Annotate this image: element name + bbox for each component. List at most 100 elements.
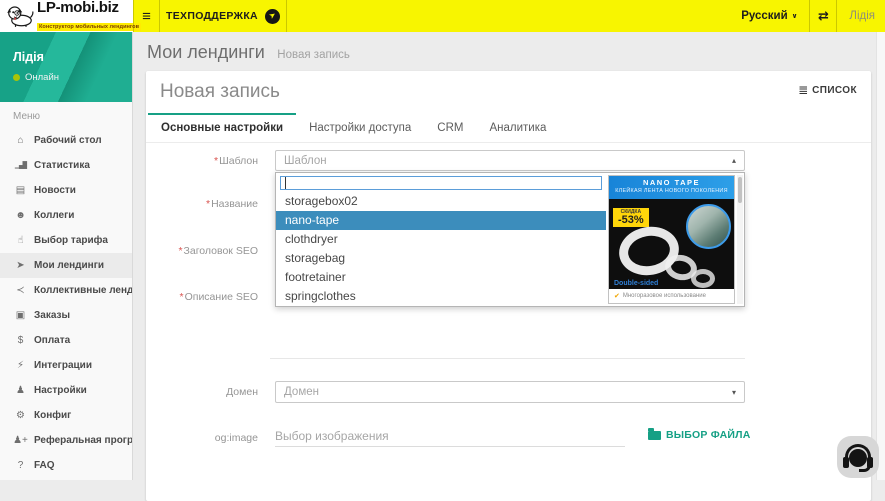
option-nano-tape[interactable]: nano-tape <box>276 211 606 230</box>
template-options: storagebox02 nano-tape clothdryer storag… <box>276 192 606 306</box>
brand-title: LP-mobi.biz <box>37 0 141 15</box>
card-title: Новая запись <box>160 81 280 103</box>
chevron-down-icon: ∨ <box>792 12 798 20</box>
dropdown-scrollbar-thumb[interactable] <box>738 177 742 203</box>
og-image-input[interactable] <box>275 426 625 447</box>
users-icon: ☻ <box>13 211 28 221</box>
bar-chart-icon: ▁▄█ <box>13 161 28 171</box>
option-clothdryer[interactable]: clothdryer <box>276 230 606 249</box>
sidebar-item-collective-landings[interactable]: ≺Коллективные лендинги <box>0 278 132 303</box>
tab-access-settings[interactable]: Настройки доступа <box>296 113 424 142</box>
online-status-label: Онлайн <box>25 72 59 83</box>
new-record-card: Новая запись ≣ СПИСОК Основные настройки… <box>146 71 871 501</box>
topbar: LP-mobi.biz Конструктор мобильных лендин… <box>0 0 885 32</box>
profile-name: Лідія <box>13 50 132 64</box>
refresh-icon: ⇄ <box>818 8 829 24</box>
sidebar-item-news[interactable]: ▤Новости <box>0 178 132 203</box>
preview-title: NANO TAPE <box>609 178 734 187</box>
domain-select[interactable]: Домен ▾ <box>275 381 745 403</box>
gears-icon: ⚙ <box>13 411 28 421</box>
option-storagebag[interactable]: storagebag <box>276 249 606 268</box>
tab-crm[interactable]: CRM <box>424 113 476 142</box>
section-divider <box>270 358 745 359</box>
preview-inset-photo <box>686 204 731 249</box>
telegram-icon: ➤ <box>265 9 280 24</box>
seo-title-label: *Заголовок SEO <box>146 245 258 257</box>
tab-bar: Основные настройки Настройки доступа CRM… <box>146 113 871 143</box>
file-select-button[interactable]: ВЫБОР ФАЙЛА <box>648 429 750 441</box>
tape-roll-graphic <box>691 269 715 288</box>
sidebar-item-dashboard[interactable]: ⌂Рабочий стол <box>0 128 132 153</box>
chevron-up-icon: ▴ <box>732 156 736 165</box>
sidebar-item-settings[interactable]: ♟Настройки <box>0 378 132 403</box>
sidebar: Лідія Онлайн Меню ⌂Рабочий стол ▁▄█Стати… <box>0 32 133 480</box>
dog-logo-icon <box>5 3 35 29</box>
preview-subtitle: КЛЕЙКАЯ ЛЕНТА НОВОГО ПОКОЛЕНИЯ <box>609 188 734 194</box>
template-label: *Шаблон <box>146 155 258 167</box>
brand-tagline: Конструктор мобильных лендингов <box>37 23 141 31</box>
template-select[interactable]: Шаблон ▴ <box>275 150 745 171</box>
newspaper-icon: ▤ <box>13 186 28 196</box>
language-selector[interactable]: Русский ∨ <box>729 0 809 32</box>
user-icon: ♟ <box>13 386 28 396</box>
share-icon: ≺ <box>13 286 28 296</box>
main-content: Мои лендинги Новая запись Новая запись ≣… <box>133 32 885 480</box>
template-preview: NANO TAPE КЛЕЙКАЯ ЛЕНТА НОВОГО ПОКОЛЕНИЯ… <box>608 175 735 304</box>
seo-description-label: *Описание SEO <box>146 291 258 303</box>
sidebar-item-faq[interactable]: ?FAQ <box>0 453 132 478</box>
support-chat-widget[interactable] <box>837 436 879 478</box>
plug-icon: ⚡ <box>13 361 28 371</box>
hand-pointer-icon: ☝ <box>13 236 28 246</box>
headset-icon <box>845 444 871 470</box>
template-search-input[interactable] <box>280 176 602 190</box>
breadcrumb: Мои лендинги Новая запись <box>133 32 885 71</box>
profile-block: Лідія Онлайн <box>0 32 132 102</box>
check-icon: ✔ <box>614 292 620 300</box>
og-image-label: og:image <box>146 432 258 444</box>
domain-label: Домен <box>146 386 258 398</box>
template-dropdown: storagebox02 nano-tape clothdryer storag… <box>275 172 745 307</box>
support-label: ТЕХПОДДЕРЖКА <box>166 10 258 22</box>
language-label: Русский <box>741 10 787 22</box>
topbar-spacer <box>287 0 729 32</box>
page-title: Мои лендинги <box>147 42 265 62</box>
form-area: *Шаблон *Название *Заголовок SEO *Описан… <box>146 143 871 483</box>
preview-caption: Double-sided <box>614 280 658 287</box>
menu-section-label: Меню <box>0 102 132 128</box>
online-status-dot <box>13 74 20 81</box>
dropdown-scrollbar[interactable] <box>737 175 743 304</box>
folder-icon <box>648 431 661 440</box>
discount-badge: СКИДКА -53% <box>613 208 649 227</box>
list-icon: ≣ <box>798 83 808 97</box>
sidebar-item-statistics[interactable]: ▁▄█Статистика <box>0 153 132 178</box>
brand-logo[interactable]: LP-mobi.biz Конструктор мобильных лендин… <box>0 0 133 32</box>
sidebar-menu: ⌂Рабочий стол ▁▄█Статистика ▤Новости ☻Ко… <box>0 128 132 478</box>
page-subtitle: Новая запись <box>277 49 350 61</box>
sidebar-item-payment[interactable]: $Оплата <box>0 328 132 353</box>
hamburger-menu-button[interactable]: ≡ <box>134 0 159 32</box>
rocket-icon: ➤ <box>13 261 28 271</box>
sidebar-item-colleagues[interactable]: ☻Коллеги <box>0 203 132 228</box>
sidebar-item-tariff[interactable]: ☝Выбор тарифа <box>0 228 132 253</box>
sidebar-item-orders[interactable]: ▣Заказы <box>0 303 132 328</box>
name-label: *Название <box>146 198 258 210</box>
preview-feature: Многоразовое использование <box>623 293 706 299</box>
sidebar-item-referral[interactable]: ♟+Реферальная программа <box>0 428 132 453</box>
page-scrollbar[interactable] <box>876 32 885 480</box>
sidebar-item-integrations[interactable]: ⚡Интеграции <box>0 353 132 378</box>
sidebar-item-my-landings[interactable]: ➤Мои лендинги <box>0 253 132 278</box>
tab-main-settings[interactable]: Основные настройки <box>148 113 296 142</box>
chevron-down-icon: ▾ <box>732 388 736 397</box>
option-storagebox02[interactable]: storagebox02 <box>276 192 606 211</box>
sidebar-item-config[interactable]: ⚙Конфиг <box>0 403 132 428</box>
cart-icon: ▣ <box>13 311 28 321</box>
tab-analytics[interactable]: Аналитика <box>476 113 559 142</box>
support-button[interactable]: ТЕХПОДДЕРЖКА ➤ <box>160 0 286 32</box>
option-springclothes[interactable]: springclothes <box>276 287 606 306</box>
topbar-username[interactable]: Лідія <box>837 0 885 32</box>
hamburger-icon: ≡ <box>142 8 151 25</box>
question-icon: ? <box>13 461 28 471</box>
option-footretainer[interactable]: footretainer <box>276 268 606 287</box>
list-button[interactable]: ≣ СПИСОК <box>798 83 857 97</box>
refresh-button[interactable]: ⇄ <box>810 0 836 32</box>
